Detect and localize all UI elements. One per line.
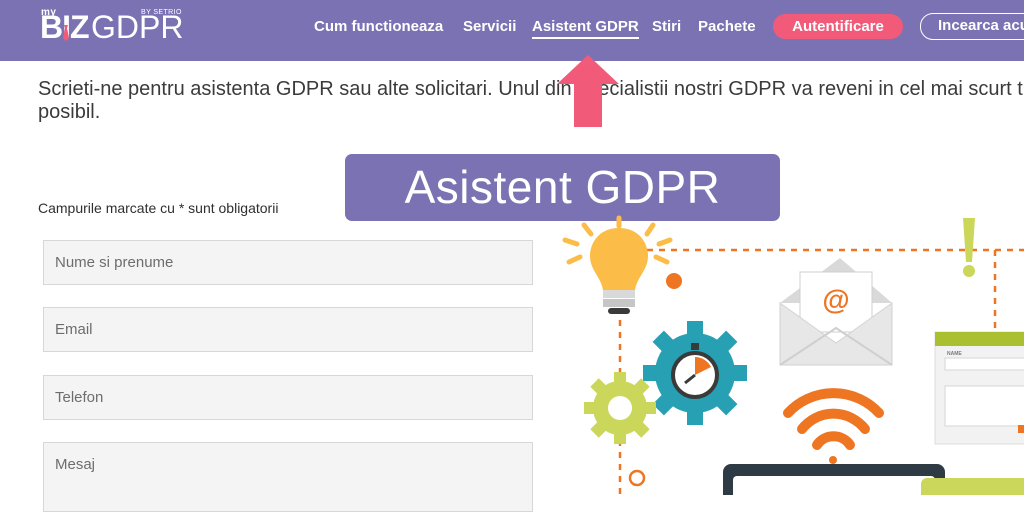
try-now-button[interactable]: Incearca acum (920, 13, 1024, 40)
nav-servicii[interactable]: Servicii (463, 17, 516, 37)
nav-pachete[interactable]: Pachete (698, 17, 756, 37)
top-navbar: my BIZ GDPR BY SETRIO Cum functioneaza S… (0, 0, 1024, 61)
required-fields-note: Campurile marcate cu * sunt obligatorii (38, 200, 279, 216)
svg-text:@: @ (822, 284, 849, 315)
exclamation-icon (963, 218, 975, 277)
laptop-icon (723, 464, 1024, 495)
tie-icon (63, 25, 69, 41)
small-gear-icon (584, 372, 656, 444)
message-field[interactable] (43, 442, 533, 512)
phone-field[interactable] (43, 375, 533, 420)
nav-asistent-gdpr[interactable]: Asistent GDPR (532, 17, 639, 39)
wifi-icon (783, 388, 884, 464)
login-button[interactable]: Autentificare (773, 14, 903, 39)
nav-cum-functioneaza[interactable]: Cum functioneaza (314, 17, 443, 37)
form-window-label: NAME (947, 351, 962, 357)
name-field[interactable] (43, 240, 533, 285)
gdpr-illustration: @ NAME (562, 215, 1024, 495)
logo-suffix: BY SETRIO (141, 9, 182, 16)
form-window-icon: NAME (934, 331, 1024, 445)
envelope-icon: @ (779, 258, 893, 366)
intro-text: Scrieti-ne pentru asistenta GDPR sau alt… (38, 78, 1024, 123)
decor-dot (666, 273, 682, 289)
decor-ring (628, 469, 646, 487)
nav-stiri[interactable]: Stiri (652, 17, 681, 37)
pointer-arrow-icon (557, 55, 619, 127)
logo[interactable]: my BIZ GDPR BY SETRIO (40, 7, 190, 47)
email-field[interactable] (43, 307, 533, 352)
light-bulb-icon (562, 215, 673, 314)
